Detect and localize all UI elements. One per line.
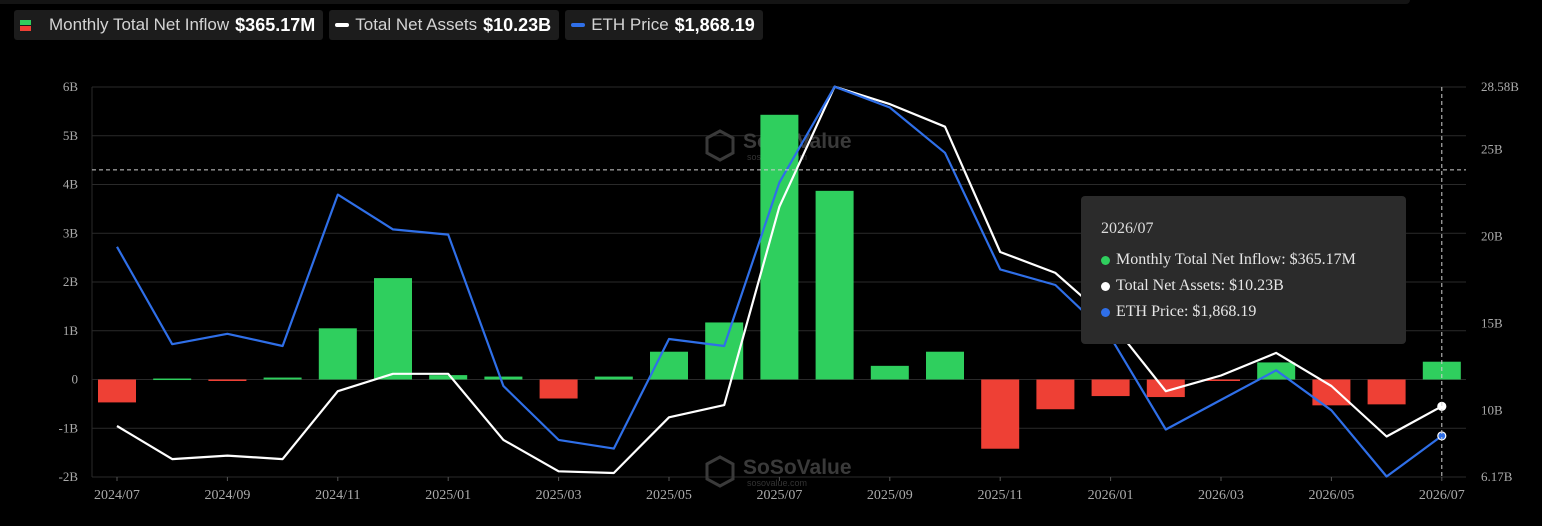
tooltip-title: 2026/07 (1101, 220, 1154, 237)
y-left-tick-label: 3B (63, 225, 79, 240)
inflow-bar (705, 322, 744, 380)
y-left-tick-label: 4B (63, 177, 79, 192)
watermark-logo-icon (705, 455, 735, 488)
y-left-tick-label: 5B (63, 128, 79, 143)
inflow-bar (1036, 379, 1075, 410)
x-tick-label: 2025/07 (756, 488, 802, 503)
x-tick-label: 2026/05 (1308, 488, 1354, 503)
x-tick-label: 2024/07 (94, 488, 140, 503)
inflow-bar (594, 376, 633, 380)
tooltip-row-label: ETH Price: $1,868.19 (1116, 303, 1257, 320)
watermark-brand-text: SoSoValue (743, 456, 852, 479)
inflow-bar (981, 379, 1020, 449)
x-tick-label: 2025/01 (425, 488, 471, 503)
inflow-bar (98, 379, 136, 403)
tooltip-row-net-inflow: Monthly Total Net Inflow: $365.17M (1101, 247, 1406, 273)
x-tick-label: 2026/03 (1198, 488, 1244, 503)
inflow-bar (539, 379, 578, 399)
x-tick-label: 2024/09 (204, 488, 250, 503)
y-right-tick-label: 6.17B (1481, 469, 1513, 484)
y-right-tick-label: 10B (1481, 402, 1503, 417)
x-tick-label: 2026/01 (1088, 488, 1134, 503)
inflow-bar (374, 278, 412, 380)
watermark-domain-text: sosovalue.com (747, 478, 807, 488)
y-right-tick-label: 15B (1481, 315, 1503, 330)
inflow-bar (815, 190, 854, 380)
y-left-tick-label: 0 (72, 372, 79, 387)
inflow-bar (484, 376, 523, 380)
y-right-tick-label: 28.58B (1481, 79, 1519, 94)
inflow-bar (926, 351, 964, 380)
y-left-tick-label: -1B (59, 420, 79, 435)
inflow-bar (429, 375, 468, 380)
x-tick-label: 2025/09 (867, 488, 913, 503)
y-right-tick-label: 20B (1481, 228, 1503, 243)
x-tick-label: 2025/05 (646, 488, 692, 503)
watermark-bottom: SoSoValue sosovalue.com (705, 455, 852, 488)
inflow-bar (1091, 379, 1130, 397)
inflow-bar (208, 379, 247, 381)
inflow-bar (318, 328, 357, 380)
inflow-bar (1367, 379, 1406, 405)
y-right-tick-label: 25B (1481, 141, 1503, 156)
inflow-bar (870, 365, 909, 380)
tooltip: 2026/07 Monthly Total Net Inflow: $365.1… (1081, 196, 1406, 344)
inflow-bar (263, 377, 302, 380)
y-axis-right: 6.17B 10B 15B 20B 25B 28.58B (1481, 79, 1519, 484)
y-left-tick-label: 6B (63, 79, 79, 94)
y-left-tick-label: 2B (63, 274, 79, 289)
tooltip-row-label: Monthly Total Net Inflow: $365.17M (1116, 251, 1356, 268)
white-dot-icon (1101, 281, 1110, 291)
x-tick-label: 2026/07 (1419, 488, 1465, 503)
x-tick-label: 2025/03 (536, 488, 582, 503)
x-tick-label: 2024/11 (315, 488, 360, 503)
tooltip-row-eth-price: ETH Price: $1,868.19 (1101, 299, 1406, 325)
blue-dot-icon (1101, 307, 1110, 317)
x-axis: 2024/07 2024/09 2024/11 2025/01 2025/03 2025/… (94, 477, 1465, 503)
y-left-tick-label: -2B (59, 469, 79, 484)
inflow-bar (153, 378, 192, 381)
y-left-tick-label: 1B (63, 323, 79, 338)
inflow-bar (760, 114, 799, 380)
y-axis-left: -2B -1B 0 1B 2B 3B 4B 5B 6B (59, 79, 79, 484)
x-tick-label: 2025/11 (978, 488, 1023, 503)
green-dot-icon (1101, 255, 1110, 265)
tooltip-row-total-net-assets: Total Net Assets: $10.23B (1101, 273, 1406, 299)
tooltip-row-label: Total Net Assets: $10.23B (1116, 277, 1284, 294)
